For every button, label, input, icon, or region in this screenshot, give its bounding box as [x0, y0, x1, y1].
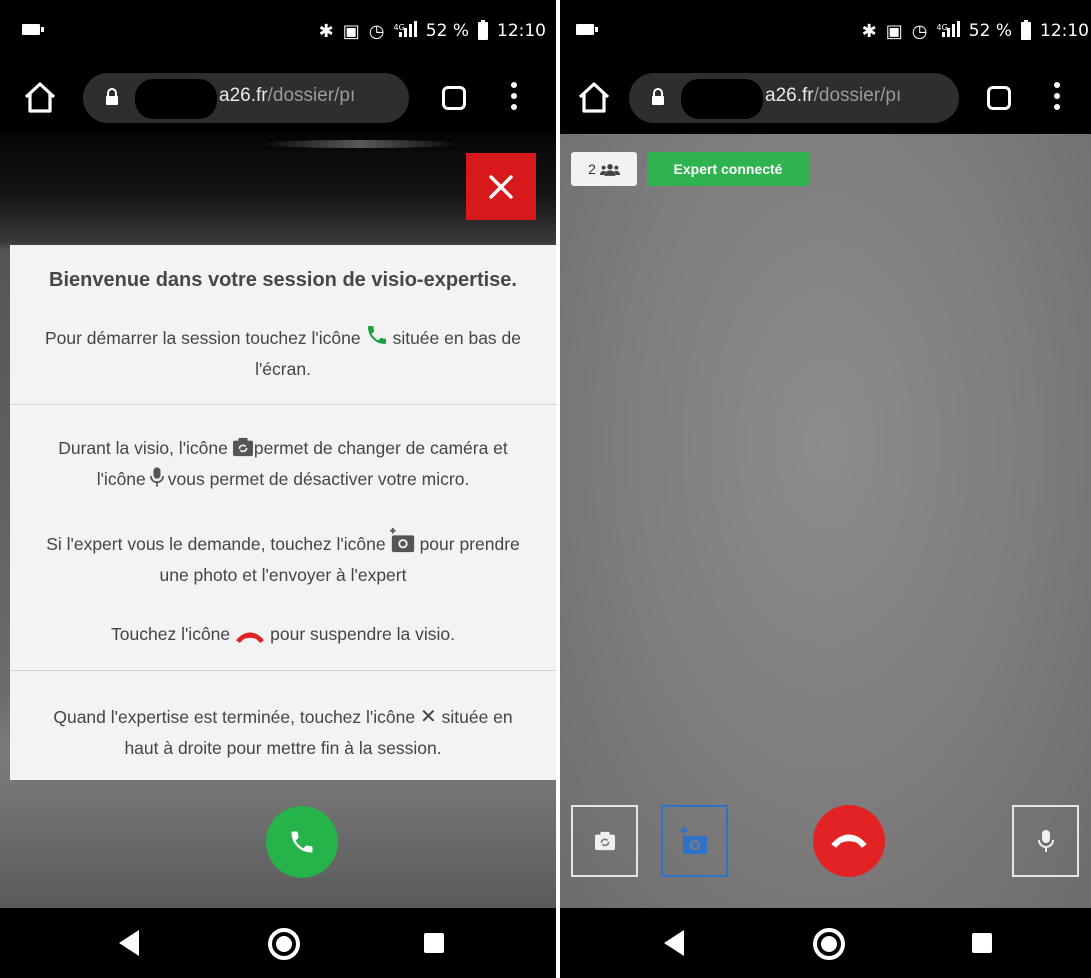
browser-toolbar: a26.fr/dossier/pı [0, 62, 556, 134]
left-phone-screen: ✱ ▣ ◷ 4G 52 % 12:10 a26.fr/dossier/pı Bi… [0, 0, 556, 978]
instruction-photo: Si l'expert vous le demande, touchez l'i… [10, 527, 556, 591]
alarm-icon: ◷ [368, 20, 385, 42]
right-phone-screen: ✱ ▣ ◷ 4G 52 % 12:10 a26.fr/dossier/pı 2 [560, 0, 1091, 978]
hangup-icon [236, 632, 265, 643]
recent-apps-icon[interactable] [424, 933, 444, 953]
home-icon[interactable] [574, 78, 614, 118]
divider [10, 404, 556, 405]
take-photo-button[interactable] [661, 805, 728, 877]
bluetooth-icon: ✱ [861, 20, 877, 42]
android-nav-bar [0, 908, 556, 978]
home-circle-icon[interactable] [268, 928, 300, 960]
start-call-button[interactable] [266, 806, 338, 878]
divider [10, 670, 556, 671]
browser-toolbar: a26.fr/dossier/pı [560, 62, 1091, 134]
bluetooth-icon: ✱ [318, 20, 334, 42]
video-feed [560, 134, 1091, 908]
phone-icon [367, 326, 386, 344]
signal-icon: 4G [937, 20, 960, 42]
status-icons: ✱ ▣ ◷ 4G 52 % 12:10 [319, 16, 546, 46]
close-icon: ✕ [419, 706, 437, 728]
instruction-end: Quand l'expertise est terminée, touchez … [53, 706, 513, 758]
android-nav-bar [560, 908, 1091, 978]
instruction-camera: Durant la visio, l'icône permet de change… [58, 437, 508, 489]
welcome-panel: Bienvenue dans votre session de visio-ex… [10, 245, 556, 780]
switch-camera-button[interactable] [571, 805, 638, 877]
url-text: a26.fr/dossier/pı [219, 85, 356, 106]
hangup-icon [831, 834, 867, 848]
back-icon[interactable] [664, 930, 684, 956]
tabs-icon[interactable] [987, 86, 1011, 110]
back-icon[interactable] [119, 930, 139, 956]
recent-apps-icon[interactable] [972, 933, 992, 953]
status-bar: ✱ ▣ ◷ 4G 52 % 12:10 [0, 0, 556, 62]
hangup-button[interactable] [813, 805, 885, 877]
welcome-title: Bienvenue dans votre session de visio-ex… [49, 269, 517, 291]
home-circle-icon[interactable] [813, 928, 845, 960]
status-badge: Expert connecté [647, 152, 809, 186]
close-session-button[interactable] [466, 153, 536, 220]
vibrate-icon: ▣ [885, 20, 903, 42]
url-field[interactable]: a26.fr/dossier/pı [83, 73, 409, 123]
instruction-hangup: Touchez l'icône pour suspendre la visio. [111, 624, 455, 644]
home-icon[interactable] [20, 78, 60, 118]
battery-percent: 52 % [968, 21, 1012, 41]
menu-icon[interactable] [510, 82, 518, 114]
url-text: a26.fr/dossier/pı [765, 85, 902, 106]
camera-switch-icon [232, 437, 253, 457]
instruction-start: Pour démarrer la session touchez l'icône… [10, 323, 556, 385]
status-bar: ✱ ▣ ◷ 4G 52 % 12:10 [560, 0, 1091, 62]
close-icon [489, 175, 513, 199]
alarm-icon: ◷ [911, 20, 928, 42]
microphone-icon [149, 467, 164, 487]
mute-microphone-button[interactable] [1012, 805, 1079, 877]
participants-badge: 2 [571, 152, 637, 186]
notification-icon [22, 24, 44, 35]
clock: 12:10 [1040, 21, 1089, 41]
lock-icon [106, 88, 118, 105]
microphone-icon [1037, 830, 1054, 852]
status-icons: ✱ ▣ ◷ 4G 52 % 12:10 [862, 16, 1089, 46]
lock-icon [652, 88, 664, 105]
tabs-icon[interactable] [442, 86, 466, 110]
users-icon [599, 163, 620, 176]
add-photo-icon [389, 527, 414, 553]
menu-icon[interactable] [1053, 82, 1061, 114]
notification-icon [576, 24, 598, 35]
battery-percent: 52 % [425, 21, 469, 41]
battery-icon [1021, 20, 1031, 40]
battery-icon [478, 20, 488, 40]
signal-icon: 4G [394, 20, 417, 42]
vibrate-icon: ▣ [342, 20, 360, 42]
camera-switch-icon [594, 831, 615, 851]
redacted-domain [135, 79, 217, 119]
add-photo-icon [680, 827, 707, 854]
phone-icon [291, 831, 313, 853]
url-field[interactable]: a26.fr/dossier/pı [629, 73, 959, 123]
redacted-domain [681, 79, 763, 119]
clock: 12:10 [497, 21, 546, 41]
